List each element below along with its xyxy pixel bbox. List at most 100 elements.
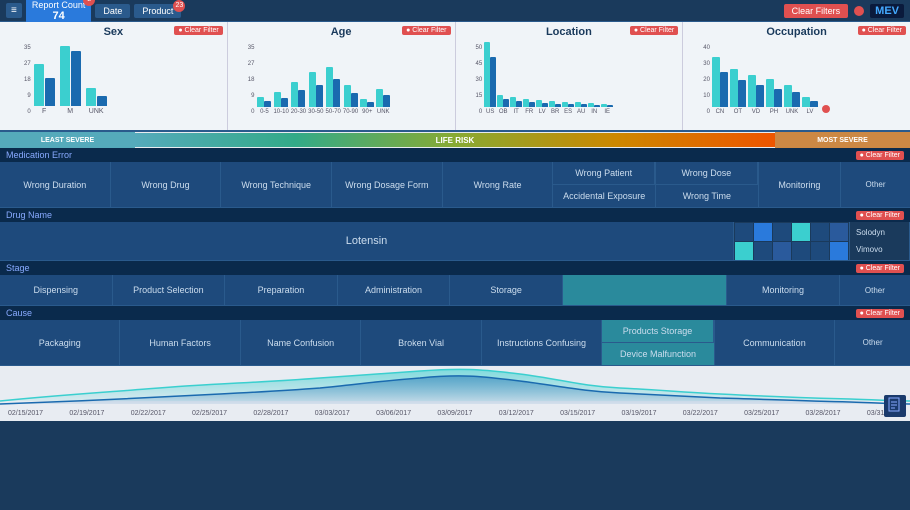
tile-packaging[interactable]: Packaging (0, 320, 120, 365)
tile-monitoring[interactable]: Monitoring (759, 162, 840, 207)
occ-bar-ot[interactable]: OT (730, 69, 746, 115)
alert-dot (854, 6, 864, 16)
report-count-button[interactable]: Report Count 74 2 (26, 0, 92, 24)
drug-cell-1[interactable] (735, 223, 753, 241)
tile-human-factors[interactable]: Human Factors (120, 320, 240, 365)
drug-name-header: Drug Name ● Clear Filter (0, 208, 910, 222)
tile-administration[interactable]: Administration (338, 275, 451, 305)
age-bar-90plus[interactable]: 90+ (360, 99, 374, 115)
date-label-8: 03/09/2017 (437, 410, 472, 417)
tile-name-confusion[interactable]: Name Confusion (241, 320, 361, 365)
tile-other-medication[interactable]: Other (841, 162, 910, 207)
sex-bar-f-blue (45, 78, 55, 106)
drug-cell-6[interactable] (830, 223, 848, 241)
drug-cell-10[interactable] (792, 242, 810, 260)
stage-clear-filter[interactable]: ● Clear Filter (856, 264, 904, 273)
loc-bar-ie[interactable]: IE (601, 104, 613, 115)
loc-bar-fr[interactable]: FR (523, 99, 535, 115)
date-label-7: 03/06/2017 (376, 410, 411, 417)
tile-preparation[interactable]: Preparation (225, 275, 338, 305)
tile-wrong-time[interactable]: Wrong Time (656, 185, 758, 207)
date-label-13: 03/25/2017 (744, 410, 779, 417)
stage-label: Stage (6, 263, 30, 273)
tile-dispensing[interactable]: Dispensing (0, 275, 113, 305)
tile-broken-vial[interactable]: Broken Vial (361, 320, 481, 365)
tile-storage[interactable]: Storage (450, 275, 563, 305)
tile-device-malfunction[interactable]: Device Malfunction (602, 343, 713, 365)
tile-instructions-confusing[interactable]: Instructions Confusing (482, 320, 602, 365)
tile-wrong-technique[interactable]: Wrong Technique (221, 162, 332, 207)
tile-stage-monitoring[interactable]: Monitoring (727, 275, 840, 305)
clear-filters-button[interactable]: Clear Filters (784, 4, 849, 18)
loc-bar-it[interactable]: IT (510, 97, 522, 115)
loc-bar-lv[interactable]: LV (536, 100, 548, 115)
loc-bar-au[interactable]: AU (575, 102, 587, 115)
age-bar-05[interactable]: 0-5 (257, 97, 271, 115)
top-bar-right: Clear Filters MEV (784, 4, 904, 18)
sex-label-f: F (42, 108, 46, 115)
top-bar: ≡ Report Count 74 2 Date Product 23 Clea… (0, 0, 910, 22)
occ-bar-md[interactable]: VD (748, 75, 764, 115)
location-clear-filter[interactable]: ● Clear Filter (630, 26, 678, 35)
loc-bar-ob[interactable]: OB (497, 95, 509, 115)
occupation-chart-panel: Occupation ● Clear Filter 403020100 CN O… (683, 22, 910, 130)
tile-wrong-rate[interactable]: Wrong Rate (443, 162, 554, 207)
sex-clear-filter[interactable]: ● Clear Filter (174, 26, 222, 35)
tile-accidental-exposure[interactable]: Accidental Exposure (553, 185, 655, 207)
drug-name-clear-filter[interactable]: ● Clear Filter (856, 211, 904, 220)
timeline-doc-icon[interactable] (884, 395, 906, 417)
occupation-clear-filter[interactable]: ● Clear Filter (858, 26, 906, 35)
tile-stage-empty (563, 275, 727, 305)
age-bar-1010[interactable]: 10-10 (273, 92, 288, 115)
hamburger-button[interactable]: ≡ (6, 3, 22, 18)
tile-wrong-dosage-form[interactable]: Wrong Dosage Form (332, 162, 443, 207)
sex-bar-unk[interactable]: UNK (86, 88, 107, 115)
drug-cell-9[interactable] (773, 242, 791, 260)
tile-cause-other[interactable]: Other (835, 320, 910, 365)
drug-cell-3[interactable] (773, 223, 791, 241)
sex-bar-m[interactable]: M (60, 46, 81, 115)
drug-cell-8[interactable] (754, 242, 772, 260)
tile-products-storage[interactable]: Products Storage (602, 320, 713, 343)
drug-cell-7[interactable] (735, 242, 753, 260)
occ-bar-ph[interactable]: PH (766, 79, 782, 115)
date-label-4: 02/25/2017 (192, 410, 227, 417)
timeline-labels: 02/15/2017 02/19/2017 02/22/2017 02/25/2… (0, 408, 910, 419)
age-bar-3050[interactable]: 30-50 (308, 72, 323, 115)
medication-error-clear-filter[interactable]: ● Clear Filter (856, 151, 904, 160)
cause-label: Cause (6, 308, 32, 318)
age-bar-5070[interactable]: 50-70 (326, 67, 341, 115)
tile-wrong-patient[interactable]: Wrong Patient (553, 162, 655, 185)
cause-header: Cause ● Clear Filter (0, 306, 910, 320)
occ-bar-cn[interactable]: CN (712, 57, 728, 115)
drug-cell-4[interactable] (792, 223, 810, 241)
drug-cell-12[interactable] (830, 242, 848, 260)
drug-cell-5[interactable] (811, 223, 829, 241)
age-clear-filter[interactable]: ● Clear Filter (402, 26, 450, 35)
tile-communication[interactable]: Communication (715, 320, 835, 365)
drug-cell-11[interactable] (811, 242, 829, 260)
loc-bar-br[interactable]: BR (549, 101, 561, 115)
age-bar-2030[interactable]: 20-30 (291, 82, 306, 115)
sex-y-axis: 35271890 (24, 45, 31, 115)
tile-wrong-duration[interactable]: Wrong Duration (0, 162, 111, 207)
drug-cell-2[interactable] (754, 223, 772, 241)
loc-bar-in[interactable]: IN (588, 103, 600, 115)
loc-bar-us[interactable]: US (484, 42, 496, 115)
age-bar-unk[interactable]: UNK (376, 89, 390, 115)
age-bar-7090[interactable]: 70-90 (343, 85, 358, 115)
drug-lotensin[interactable]: Lotensin (0, 222, 734, 260)
tile-wrong-drug[interactable]: Wrong Drug (111, 162, 222, 207)
tile-stage-other[interactable]: Other (840, 275, 910, 305)
occ-bar-lv[interactable]: LV (802, 97, 818, 115)
date-button[interactable]: Date (95, 4, 130, 18)
sex-bar-f[interactable]: F (34, 64, 55, 115)
drug-vimovo[interactable]: Vimovo (856, 245, 903, 254)
drug-solodyn[interactable]: Solodyn (856, 228, 903, 237)
mev-logo: MEV (870, 4, 904, 18)
cause-clear-filter[interactable]: ● Clear Filter (856, 309, 904, 318)
occ-bar-unk[interactable]: UNK (784, 85, 800, 115)
tile-wrong-dose[interactable]: Wrong Dose (656, 162, 758, 185)
tile-product-selection[interactable]: Product Selection (113, 275, 226, 305)
loc-bar-es[interactable]: ES (562, 102, 574, 115)
